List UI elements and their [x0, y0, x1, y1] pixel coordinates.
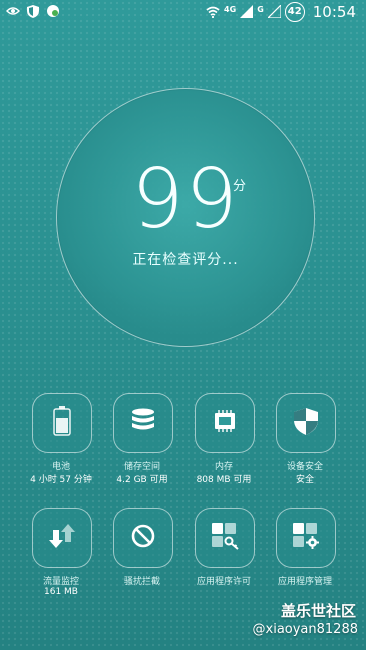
app-permission-icon [211, 522, 239, 554]
score-unit: 分 [233, 179, 247, 194]
storage-tile[interactable] [113, 393, 173, 453]
app-manager-icon [292, 522, 320, 554]
tile-label-memory: 内存 [214, 462, 233, 472]
app-manager-tile[interactable] [276, 508, 336, 568]
tile-label-data-usage: 流量监控 [42, 577, 79, 587]
score-circle[interactable]: 99 分 正在检查评分... [56, 88, 315, 347]
memory-tile[interactable] [195, 393, 255, 453]
tile-label-app-manager: 应用程序管理 [277, 577, 332, 587]
eye-icon [6, 4, 20, 18]
block-icon [131, 524, 155, 552]
storage-icon [131, 408, 155, 438]
score-value: 99 [131, 152, 240, 247]
app-permission-tile[interactable] [195, 508, 255, 568]
app-icon [46, 4, 60, 18]
tile-label-storage: 储存空间 [123, 462, 160, 472]
tile-value-storage: 4.2 GB 可用 [116, 475, 168, 485]
network-badge: 4G [224, 4, 237, 14]
tile-label-security: 设备安全 [286, 462, 323, 472]
tile-value-data-usage: 161 MB [44, 587, 78, 597]
status-bar: 4G G 42 10:54 [0, 0, 366, 24]
security-shield-icon [294, 407, 318, 439]
tile-label-battery: 电池 [51, 462, 70, 472]
watermark-user: @xiaoyan81288 [252, 622, 358, 637]
shield-icon [26, 4, 40, 18]
clock: 10:54 [312, 3, 356, 21]
block-tile[interactable] [113, 508, 173, 568]
tile-value-memory: 808 MB 可用 [196, 475, 252, 485]
wifi-icon [206, 3, 220, 22]
tile-label-block: 骚扰拦截 [123, 577, 160, 587]
watermark-site: 盖乐世社区 [280, 602, 356, 620]
data-usage-icon [48, 522, 76, 554]
memory-icon [212, 410, 238, 436]
tile-value-battery: 4 小时 57 分钟 [30, 475, 92, 485]
security-tile[interactable] [276, 393, 336, 453]
data-usage-tile[interactable] [32, 508, 92, 568]
battery-badge: 42 [284, 2, 305, 22]
score-status: 正在检查评分... [132, 252, 239, 268]
battery-icon [53, 406, 71, 440]
signal-icon-2 [266, 3, 282, 22]
signal-icon [240, 3, 254, 22]
tile-label-app-permission: 应用程序许可 [196, 577, 251, 587]
network-type: G [257, 4, 264, 14]
battery-tile[interactable] [32, 393, 92, 453]
tile-value-security: 安全 [295, 475, 314, 485]
